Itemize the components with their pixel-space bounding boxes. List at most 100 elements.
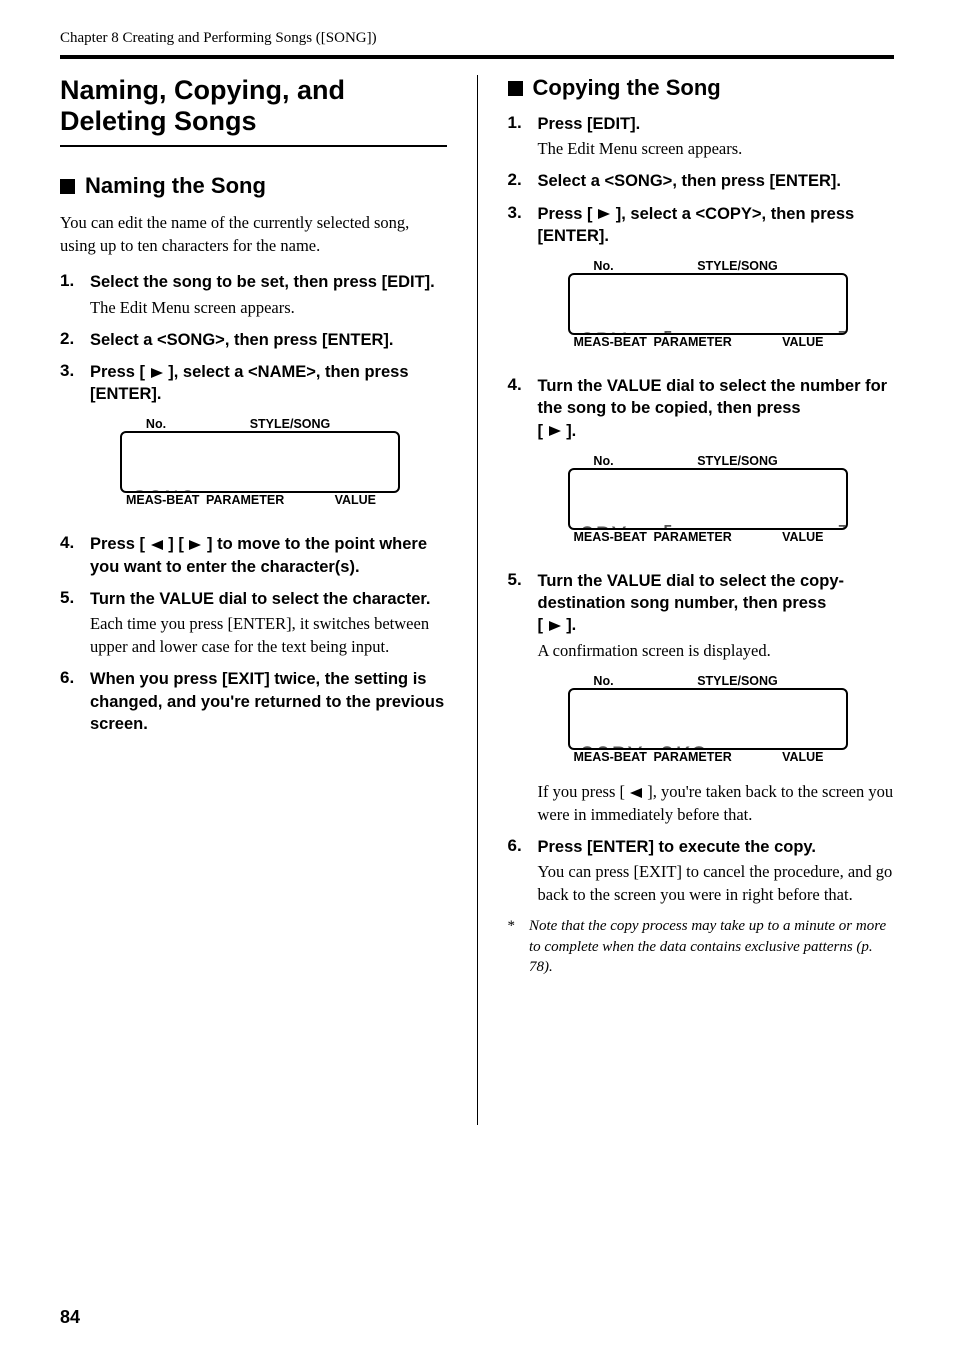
lcd-screen: SONG Name:---------- xyxy=(120,431,400,493)
step-number: 4. xyxy=(508,375,538,560)
right-arrow-icon xyxy=(548,620,562,632)
lcd-label-meas-beat: MEAS-BEAT xyxy=(574,335,654,349)
step-1: 1. Press [EDIT]. The Edit Menu screen ap… xyxy=(508,113,895,160)
square-bullet-icon xyxy=(508,81,523,96)
chapter-header: Chapter 8 Creating and Performing Songs … xyxy=(60,30,894,47)
subsection-label: Naming the Song xyxy=(85,173,266,199)
left-arrow-icon xyxy=(150,539,164,551)
step-4: 4. Turn the VALUE dial to select the num… xyxy=(508,375,895,560)
step-bold: Press [ ], select a <COPY>, then press [… xyxy=(538,203,895,248)
right-arrow-icon xyxy=(597,208,611,220)
lcd-label-no: No. xyxy=(126,417,186,431)
subsection-label: Copying the Song xyxy=(533,75,721,101)
lcd-label-meas-beat: MEAS-BEAT xyxy=(574,530,654,544)
left-arrow-icon xyxy=(629,787,643,799)
step-text-b: ] [ xyxy=(168,535,184,553)
lcd-label-value: VALUE xyxy=(749,335,842,349)
step-suffix-b: ]. xyxy=(566,616,576,634)
step-text: Turn the VALUE dial to select the copy-d… xyxy=(538,572,845,612)
lcd-label-value: VALUE xyxy=(749,750,842,764)
step-number: 5. xyxy=(508,570,538,826)
step-bold: Press [EDIT]. xyxy=(538,113,895,135)
step-bold: Select a <SONG>, then press [ENTER]. xyxy=(538,170,895,192)
lcd-label-meas-beat: MEAS-BEAT xyxy=(126,493,206,507)
step-bold: Turn the VALUE dial to select the copy-d… xyxy=(538,570,895,637)
main-columns: Naming, Copying, and Deleting Songs Nami… xyxy=(60,75,894,1125)
step-text-a: Press [ xyxy=(90,535,145,553)
lcd-label-value: VALUE xyxy=(301,493,394,507)
step-text: Turn the VALUE dial to select the number… xyxy=(538,377,888,417)
step-suffix-a: [ xyxy=(538,616,544,634)
steps-left: 1. Select the song to be set, then press… xyxy=(60,271,447,735)
step-bold: Turn the VALUE dial to select the number… xyxy=(538,375,895,442)
step-6: 6. Press [ENTER] to execute the copy. Yo… xyxy=(508,836,895,906)
lcd-labels-bottom: MEAS-BEAT PARAMETER VALUE xyxy=(568,750,848,764)
lcd-labels-bottom: MEAS-BEAT PARAMETER VALUE xyxy=(120,493,400,507)
lcd-figure-src: No. STYLE/SONG CPY [----------] SrcSong:… xyxy=(568,259,848,349)
square-bullet-icon xyxy=(60,179,75,194)
lcd-label-style-song: STYLE/SONG xyxy=(634,454,842,468)
step-bold: Select a <SONG>, then press [ENTER]. xyxy=(90,329,447,351)
lcd-label-style-song: STYLE/SONG xyxy=(634,674,842,688)
lcd-label-no: No. xyxy=(574,674,634,688)
step-5: 5. Turn the VALUE dial to select the cop… xyxy=(508,570,895,826)
subsection-copying: Copying the Song xyxy=(508,75,895,101)
lcd-label-parameter: PARAMETER xyxy=(206,493,301,507)
step-bold: Press [ENTER] to execute the copy. xyxy=(538,836,895,858)
step-body2: If you press [ ], you're taken back to t… xyxy=(538,780,895,826)
lcd-labels-top: No. STYLE/SONG xyxy=(120,417,400,431)
step-suffix-b: ]. xyxy=(566,422,576,440)
step-number: 6. xyxy=(60,668,90,735)
step-number: 2. xyxy=(60,329,90,351)
lcd-label-meas-beat: MEAS-BEAT xyxy=(574,750,654,764)
lcd-label-style-song: STYLE/SONG xyxy=(634,259,842,273)
lcd-label-parameter: PARAMETER xyxy=(654,335,749,349)
step-number: 6. xyxy=(508,836,538,906)
step-number: 1. xyxy=(60,271,90,318)
right-arrow-icon xyxy=(150,367,164,379)
footnote: * Note that the copy process may take up… xyxy=(508,916,895,977)
lcd-label-value: VALUE xyxy=(749,530,842,544)
lcd-labels-top: No. STYLE/SONG xyxy=(568,674,848,688)
page-number: 84 xyxy=(60,1307,80,1328)
lcd-label-style-song: STYLE/SONG xyxy=(186,417,394,431)
lcd-labels-bottom: MEAS-BEAT PARAMETER VALUE xyxy=(568,530,848,544)
column-divider xyxy=(477,75,478,1125)
lcd-figure-confirm: No. STYLE/SONG COPY OK? ◂ Press [ENTER] … xyxy=(568,674,848,764)
step-number: 3. xyxy=(60,361,90,524)
lcd-screen: CPY [----------] SrcSong: S001▸ xyxy=(568,273,848,335)
step-body: The Edit Menu screen appears. xyxy=(90,296,447,319)
step-number: 1. xyxy=(508,113,538,160)
right-arrow-icon xyxy=(188,539,202,551)
step-number: 3. xyxy=(508,203,538,366)
step-5: 5. Turn the VALUE dial to select the cha… xyxy=(60,588,447,658)
right-arrow-icon xyxy=(548,425,562,437)
lcd-figure-name: No. STYLE/SONG SONG Name:---------- MEAS… xyxy=(120,417,400,507)
section-title: Naming, Copying, and Deleting Songs xyxy=(60,75,447,137)
lcd-screen: COPY OK? ◂ Press [ENTER] xyxy=(568,688,848,750)
step-2: 2. Select a <SONG>, then press [ENTER]. xyxy=(60,329,447,351)
top-rule xyxy=(60,55,894,59)
lcd-label-no: No. xyxy=(574,259,634,273)
step-text-a: Press [ xyxy=(90,363,145,381)
footnote-text: Note that the copy process may take up t… xyxy=(529,916,894,977)
lcd-labels-bottom: MEAS-BEAT PARAMETER VALUE xyxy=(568,335,848,349)
step-6: 6. When you press [EXIT] twice, the sett… xyxy=(60,668,447,735)
lcd-label-parameter: PARAMETER xyxy=(654,750,749,764)
lcd-figure-dst: No. STYLE/SONG CPY [----------] ◂DstSong… xyxy=(568,454,848,544)
step-3: 3. Press [ ], select a <NAME>, then pres… xyxy=(60,361,447,524)
step-bold: Turn the VALUE dial to select the charac… xyxy=(90,588,447,610)
left-column: Naming, Copying, and Deleting Songs Nami… xyxy=(60,75,447,1125)
step-number: 5. xyxy=(60,588,90,658)
lcd-label-no: No. xyxy=(574,454,634,468)
step-text-a: Press [ xyxy=(538,205,593,223)
lcd-label-parameter: PARAMETER xyxy=(654,530,749,544)
intro-text: You can edit the name of the currently s… xyxy=(60,211,447,257)
lcd-screen: CPY [----------] ◂DstSong: S002▸ xyxy=(568,468,848,530)
body2-a: If you press [ xyxy=(538,782,626,801)
lcd-labels-top: No. STYLE/SONG xyxy=(568,259,848,273)
step-bold: When you press [EXIT] twice, the setting… xyxy=(90,668,447,735)
right-column: Copying the Song 1. Press [EDIT]. The Ed… xyxy=(508,75,895,1125)
step-bold: Press [ ] [ ] to move to the point where… xyxy=(90,533,447,578)
step-1: 1. Select the song to be set, then press… xyxy=(60,271,447,318)
